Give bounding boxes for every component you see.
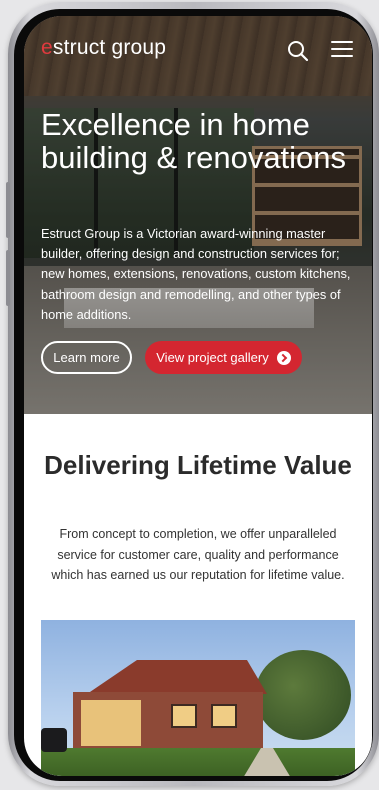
volume-up-button [6,182,10,238]
logo-text: struct group [52,36,167,59]
hero-section: estruct group Excellence in home buildin… [24,16,372,414]
logo[interactable]: estruct group [41,36,166,60]
hero-description: Estruct Group is a Victorian award-winni… [41,226,351,322]
house-window [211,704,237,728]
learn-more-label: Learn more [53,350,120,365]
phone-screen: estruct group Excellence in home buildin… [24,16,372,776]
section-description: From concept to completion, we offer unp… [51,527,345,582]
site-header: estruct group [24,16,372,80]
car [41,728,67,752]
house-photo [41,620,355,776]
hero-title: Excellence in home building & renovation… [41,107,347,175]
search-icon [288,41,309,62]
logo-accent-letter: e [41,36,53,59]
learn-more-button[interactable]: Learn more [41,341,132,374]
gallery-button-label: View project gallery [156,350,269,365]
house-porch [81,700,141,746]
tree [255,650,351,740]
hamburger-menu-icon[interactable] [331,41,353,59]
house-window [171,704,197,728]
section-title: Delivering Lifetime Value [44,450,352,480]
search-button[interactable] [286,39,310,63]
arrow-right-circle-icon [276,350,291,365]
view-project-gallery-button[interactable]: View project gallery [145,341,302,374]
house-roof [87,660,267,694]
volume-down-button [6,250,10,306]
garden [41,748,355,776]
